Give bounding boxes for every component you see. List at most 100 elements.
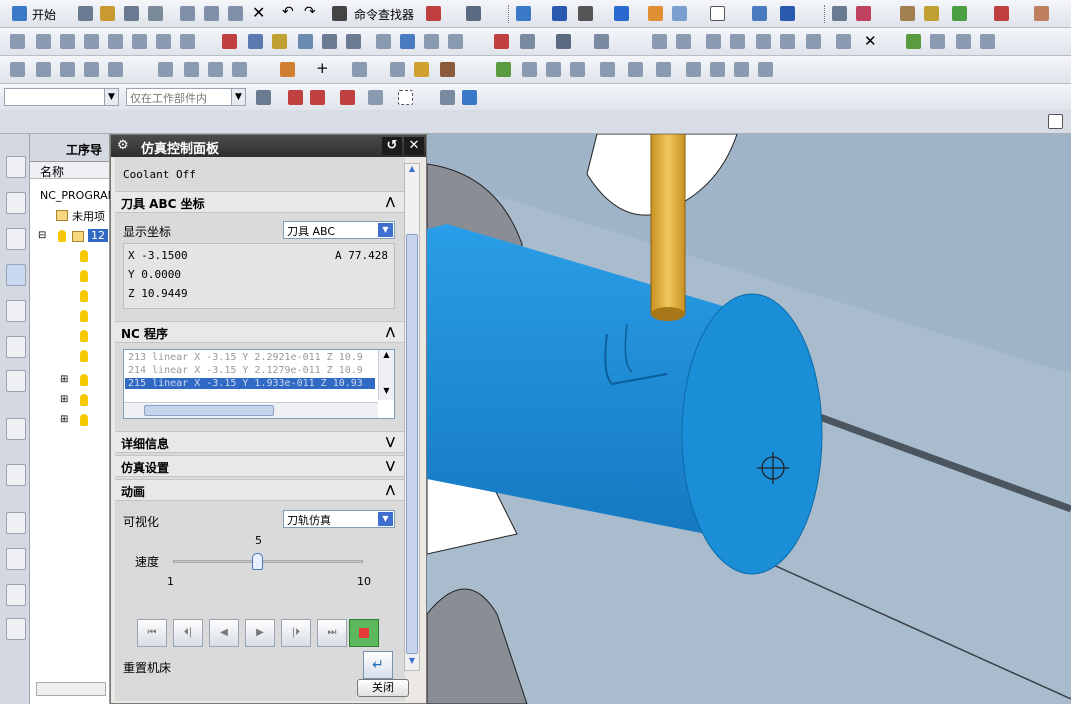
collapse-icon[interactable]: ⋀ — [386, 325, 395, 338]
print-icon[interactable] — [148, 6, 163, 21]
clamp-icon[interactable] — [390, 62, 405, 77]
system-materials-icon[interactable] — [6, 584, 26, 606]
layout-icon[interactable] — [956, 34, 971, 49]
close-button[interactable]: 关闭 — [357, 679, 409, 697]
new-file-icon[interactable] — [78, 6, 93, 21]
roles-icon[interactable] — [6, 370, 26, 392]
save-icon[interactable] — [124, 6, 139, 21]
verify-icon[interactable] — [180, 34, 195, 49]
ghost-icon[interactable] — [440, 90, 455, 105]
collapse-icon[interactable]: ⋀ — [386, 483, 395, 496]
add-icon[interactable]: + — [316, 59, 329, 77]
panel-vscrollbar[interactable]: ▲ ▼ — [404, 163, 420, 671]
select-face-icon[interactable] — [310, 90, 325, 105]
edit-icon[interactable] — [10, 62, 25, 77]
flag-icon[interactable] — [600, 62, 615, 77]
tool-change-icon[interactable] — [84, 62, 99, 77]
nc-hscrollbar[interactable] — [124, 402, 378, 418]
tool-path-icon[interactable] — [752, 6, 767, 21]
type-filter-select[interactable]: ▼ — [4, 88, 119, 106]
orient-icon[interactable] — [672, 6, 687, 21]
nc-program-list[interactable]: 213 linear X -3.15 Y 2.2921e-011 Z 10.9 … — [123, 349, 395, 419]
table-icon[interactable] — [832, 6, 847, 21]
copy-icon[interactable] — [204, 6, 219, 21]
toolpath-gen-icon[interactable] — [132, 34, 147, 49]
wizard-icon[interactable] — [924, 6, 939, 21]
palette-icon[interactable] — [6, 548, 26, 570]
play-icon[interactable] — [952, 6, 967, 21]
redo-icon[interactable]: ↷ — [304, 4, 316, 20]
group-icon[interactable] — [780, 34, 795, 49]
hide-icon[interactable] — [710, 62, 725, 77]
operation-nav-icon[interactable] — [494, 34, 509, 49]
cut-object-icon[interactable] — [424, 34, 439, 49]
navigator-hscrollbar[interactable] — [36, 682, 106, 696]
open-file-icon[interactable] — [100, 6, 115, 21]
gear-icon[interactable]: ⚙ — [117, 138, 129, 153]
create-method-icon[interactable] — [84, 34, 99, 49]
view-icon[interactable] — [516, 6, 531, 21]
web-browser-icon[interactable] — [6, 418, 26, 440]
undo-icon[interactable]: ↶ — [282, 4, 294, 20]
material-icon[interactable] — [440, 62, 455, 77]
approve-icon[interactable] — [496, 62, 511, 77]
show-icon[interactable] — [734, 62, 749, 77]
jump-start-button[interactable]: ⏮ — [137, 619, 167, 647]
program-view-icon[interactable] — [298, 34, 313, 49]
chevron-down-icon[interactable]: ▼ — [405, 656, 419, 670]
tree-item-program[interactable]: 12 — [88, 229, 108, 242]
expand-icon[interactable]: ⊞ — [60, 374, 68, 385]
move-icon[interactable] — [780, 6, 795, 21]
toolpath-replay-icon[interactable] — [156, 34, 171, 49]
select-edge-icon[interactable] — [368, 90, 383, 105]
feed-icon[interactable] — [36, 62, 51, 77]
report-icon[interactable] — [522, 62, 537, 77]
machine-view-icon[interactable] — [322, 34, 337, 49]
command-finder-button[interactable]: 命令查找器 — [354, 6, 414, 23]
select-curve-icon[interactable] — [340, 90, 355, 105]
pin-icon[interactable] — [836, 34, 851, 49]
nc-line[interactable]: 213 linear X -3.15 Y 2.2921e-011 Z 10.9 — [128, 352, 363, 363]
create-operation-icon[interactable] — [108, 34, 123, 49]
filter-icon[interactable] — [556, 34, 571, 49]
feature-icon[interactable] — [652, 34, 667, 49]
scroll-thumb[interactable] — [144, 405, 274, 416]
start-icon[interactable] — [12, 6, 27, 21]
block-icon[interactable] — [628, 62, 643, 77]
transform-icon[interactable] — [232, 62, 247, 77]
create-geometry-icon[interactable] — [60, 34, 75, 49]
rotate-icon[interactable] — [552, 6, 567, 21]
maximize-icon[interactable] — [1048, 114, 1063, 129]
check-list-icon[interactable] — [980, 34, 995, 49]
paste-icon[interactable] — [228, 6, 243, 21]
tree-root[interactable]: NC_PROGRAM — [40, 189, 117, 202]
navigator-column-name[interactable]: 名称 — [30, 162, 109, 179]
layer-settings-icon[interactable] — [758, 62, 773, 77]
command-finder-icon[interactable] — [332, 6, 347, 21]
collapse-icon[interactable]: ⋀ — [386, 195, 395, 208]
constraint-navigator-icon[interactable] — [6, 192, 26, 214]
shape-icon[interactable] — [594, 34, 609, 49]
output-cls-icon[interactable] — [272, 34, 287, 49]
tree-item-unused[interactable]: 未用项 — [72, 208, 105, 224]
section-nc-program[interactable]: NC 程序 ⋀ — [115, 321, 405, 343]
chevron-up-icon[interactable]: ▲ — [405, 164, 419, 178]
reset-machine-button[interactable]: ↵ — [363, 651, 393, 679]
solid-icon[interactable] — [462, 90, 477, 105]
step-forward-button[interactable]: |⏵ — [281, 619, 311, 647]
method-view-icon[interactable] — [376, 34, 391, 49]
remove-icon[interactable]: ✕ — [864, 32, 877, 50]
path-icon[interactable] — [158, 62, 173, 77]
expand-icon[interactable]: ⊞ — [60, 394, 68, 405]
expand-icon[interactable]: ⊟ — [38, 230, 46, 241]
play-reverse-button[interactable]: ◀ — [209, 619, 239, 647]
analysis-icon[interactable] — [900, 6, 915, 21]
measure-icon[interactable] — [856, 6, 871, 21]
operation-navigator-icon[interactable] — [6, 264, 26, 286]
expand-icon[interactable]: ⊞ — [60, 414, 68, 425]
properties-icon[interactable] — [706, 34, 721, 49]
merge-icon[interactable] — [208, 62, 223, 77]
section-icon[interactable] — [648, 6, 663, 21]
graphics-viewport[interactable] — [427, 134, 1071, 704]
frame-icon[interactable] — [710, 6, 725, 21]
